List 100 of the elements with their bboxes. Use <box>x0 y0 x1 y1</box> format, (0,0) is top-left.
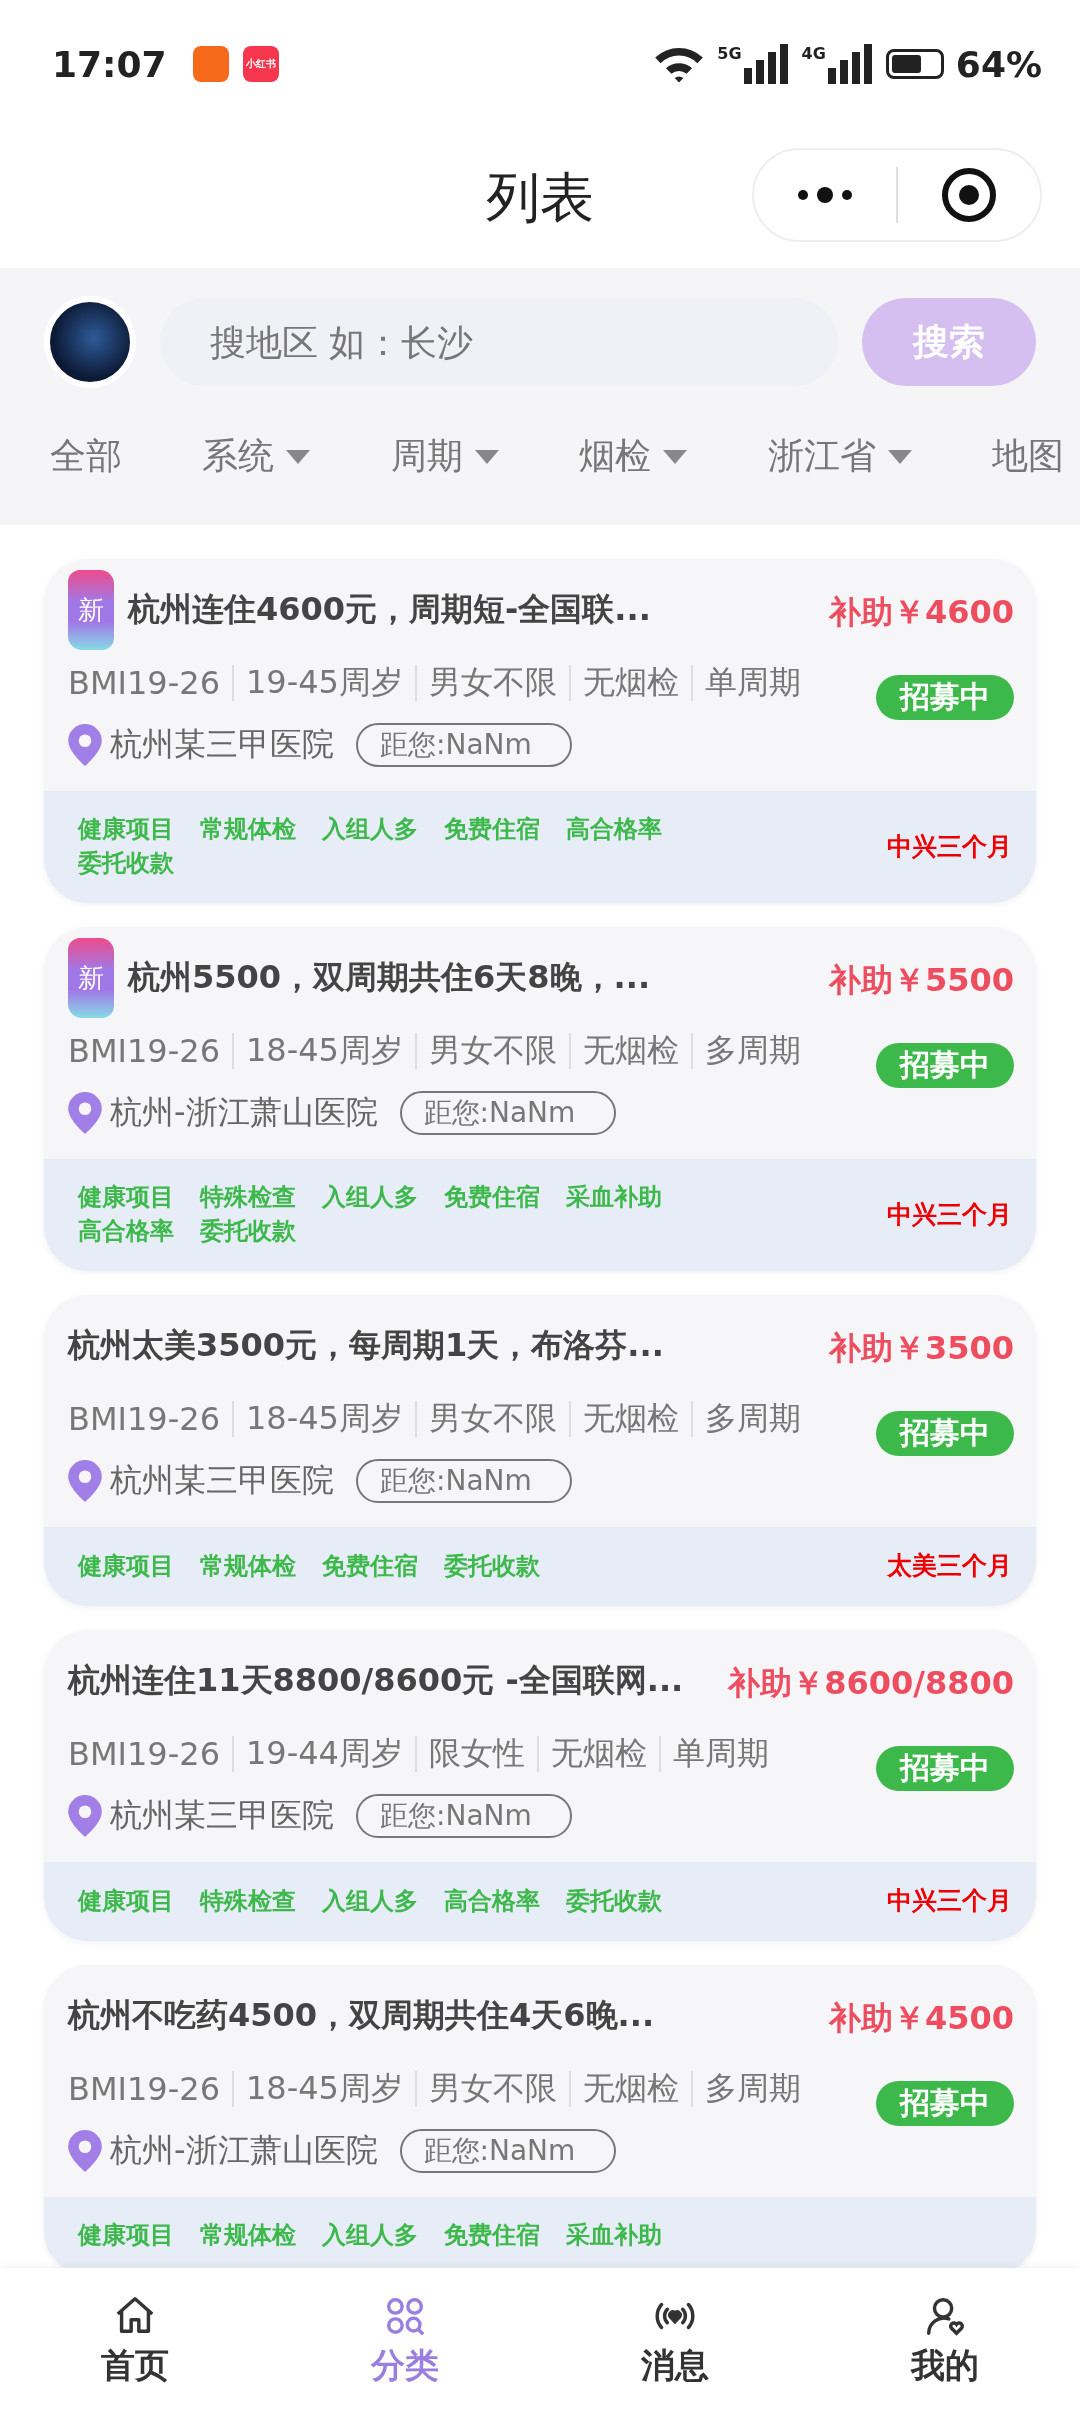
subsidy-amount: 补助￥4600 <box>828 592 1014 633</box>
location-pin-icon <box>68 1460 102 1502</box>
criteria-text: 男女不限 <box>428 1398 557 1439</box>
status-badge: 招募中 <box>876 675 1014 720</box>
hospital-name: 杭州某三甲医院 <box>110 724 334 765</box>
card-title: 杭州连住11天8800/8600元 -全国联网... <box>68 1660 684 1701</box>
location-pin-icon <box>68 1795 102 1837</box>
criteria-text: BMI19-26 <box>68 1735 220 1773</box>
filter-tab[interactable]: 烟检 <box>579 432 688 481</box>
feature-tag: 采血补助 <box>566 2219 662 2251</box>
status-time: 17:07 <box>52 43 167 85</box>
criteria-text: BMI19-26 <box>68 1032 220 1070</box>
feature-tag: 采血补助 <box>566 1181 662 1213</box>
distance-label: 距您:NaNm <box>399 1091 616 1135</box>
feature-tag: 常规体检 <box>200 813 296 845</box>
filter-tab[interactable]: 系统 <box>202 432 311 481</box>
trial-card[interactable]: 杭州太美3500元，每周期1天，布洛芬... BMI19-26 18-45周岁 男女不限 无烟检 多周期 杭州某三甲医院 距您:NaNm 补助￥3500 招募中 健康项目 常规体检 免费住宿 委托收款 太美三个月 <box>44 1295 1036 1606</box>
subsidy-amount: 补助￥4500 <box>828 1998 1014 2039</box>
feature-tag: 入组人多 <box>322 1181 418 1213</box>
hospital-name: 杭州-浙江萧山医院 <box>110 1092 378 1133</box>
distance-label: 距您:NaNm <box>356 1459 572 1503</box>
feature-tag: 特殊检查 <box>200 1181 296 1213</box>
criteria-text: 无烟检 <box>582 2068 679 2109</box>
hospital-name: 杭州某三甲医院 <box>110 1795 334 1836</box>
location-pin-icon <box>68 724 102 766</box>
status-badge: 招募中 <box>876 1043 1014 1088</box>
provider-label: 太美三个月 <box>887 1550 1012 1582</box>
feature-tag: 健康项目 <box>78 1181 174 1213</box>
criteria-text: 单周期 <box>672 1733 769 1774</box>
criteria-text: 男女不限 <box>428 662 557 703</box>
criteria-text: 无烟检 <box>582 1398 679 1439</box>
feature-tag: 委托收款 <box>200 1215 296 1247</box>
criteria-text: BMI19-26 <box>68 2070 220 2108</box>
distance-label: 距您:NaNm <box>356 1794 572 1838</box>
criteria-text: 多周期 <box>704 1030 801 1071</box>
new-badge: 新 <box>68 938 114 1018</box>
provider-label: 中兴三个月 <box>887 830 1012 863</box>
search-field[interactable]: 搜地区 如：长沙 <box>160 298 838 386</box>
filter-tab[interactable]: 周期 <box>390 432 499 481</box>
card-title: 杭州连住4600元，周期短-全国联... <box>128 589 651 630</box>
provider-label: 中兴三个月 <box>887 1198 1012 1231</box>
feature-tag: 免费住宿 <box>444 813 540 845</box>
app-icon: 小红书 <box>242 46 279 82</box>
subsidy-amount: 补助￥8600/8800 <box>728 1663 1014 1704</box>
feature-tag: 入组人多 <box>322 2219 418 2251</box>
criteria-text: 无烟检 <box>582 1030 679 1071</box>
provider-label: 中兴三个月 <box>887 1885 1012 1917</box>
criteria-text: 无烟检 <box>582 662 679 703</box>
tab-bar-item[interactable]: 首页 <box>0 2268 270 2414</box>
distance-label: 距您:NaNm <box>356 723 572 767</box>
hospital-name: 杭州某三甲医院 <box>110 1460 334 1501</box>
criteria-text: 男女不限 <box>428 1030 557 1071</box>
feature-tag: 入组人多 <box>322 1884 418 1917</box>
feature-tag: 委托收款 <box>566 1884 662 1917</box>
card-title: 杭州5500，双周期共住6天8晚，... <box>128 957 651 998</box>
feature-tag: 特殊检查 <box>200 1884 296 1917</box>
feature-tag: 高合格率 <box>444 1884 540 1917</box>
criteria-text: 单周期 <box>704 662 801 703</box>
hospital-name: 杭州-浙江萧山医院 <box>110 2130 378 2171</box>
battery-icon <box>885 49 944 79</box>
card-title: 杭州不吃药4500，双周期共住4天6晚... <box>68 1995 655 2036</box>
filter-tab[interactable]: 地图 <box>991 432 1064 481</box>
close-icon[interactable] <box>941 167 997 223</box>
new-badge: 新 <box>68 570 114 650</box>
criteria-text: 18-45周岁 <box>246 1398 403 1439</box>
tab-bar-item[interactable]: 消息 <box>540 2268 810 2414</box>
feature-tag: 健康项目 <box>78 1549 174 1582</box>
feature-tag: 入组人多 <box>322 813 418 845</box>
tab-bar-item[interactable]: 我的 <box>810 2268 1080 2414</box>
battery-percent: 64% <box>955 43 1042 85</box>
trial-card[interactable]: 新 杭州连住4600元，周期短-全国联... BMI19-26 19-45周岁 男女不限 无烟检 单周期 杭州某三甲医院 距您:NaNm 补助￥4600 招募中 健康项目 常规体检 入组人多 免费住宿 高合格率 委托收款 中兴三个月 <box>44 559 1036 903</box>
criteria-text: BMI19-26 <box>68 664 220 702</box>
distance-label: 距您:NaNm <box>399 2129 616 2173</box>
trial-card[interactable]: 杭州连住11天8800/8600元 -全国联网... BMI19-26 19-44周岁 限女性 无烟检 单周期 杭州某三甲医院 距您:NaNm 补助￥8600/8800 招募中 健康项目 特殊检查 入组人多 高合格率 委托收款 中兴三个月 <box>44 1630 1036 1941</box>
criteria-text: 限女性 <box>428 1733 525 1774</box>
page-title: 列表 <box>486 164 594 231</box>
feature-tag: 免费住宿 <box>444 1181 540 1213</box>
trial-card[interactable]: 杭州不吃药4500，双周期共住4天6晚... BMI19-26 18-45周岁 男女不限 无烟检 多周期 杭州-浙江萧山医院 距您:NaNm 补助￥4500 招募中 健康项目 常规体检 入组人多 免费住宿 采血补助 <box>44 1965 1036 2268</box>
trial-card[interactable]: 新 杭州5500，双周期共住6天8晚，... BMI19-26 18-45周岁 男女不限 无烟检 多周期 杭州-浙江萧山医院 距您:NaNm 补助￥5500 招募中 健康项目 特殊检查 入组人多 免费住宿 采血补助 高合格率 委托收款 中兴三个月 <box>44 927 1036 1271</box>
feature-tag: 常规体检 <box>200 2219 296 2251</box>
feature-tag: 健康项目 <box>78 813 174 845</box>
feature-tag: 高合格率 <box>78 1215 174 1247</box>
filter-tab[interactable]: 浙江省 <box>767 432 912 481</box>
feature-tag: 高合格率 <box>566 813 662 845</box>
feature-tag: 免费住宿 <box>322 1549 418 1582</box>
location-pin-icon <box>68 2130 102 2172</box>
criteria-text: 18-45周岁 <box>246 2068 403 2109</box>
feature-tag: 委托收款 <box>444 1549 540 1582</box>
criteria-text: 19-44周岁 <box>246 1733 403 1774</box>
location-pin-icon <box>68 1092 102 1134</box>
status-badge: 招募中 <box>876 1411 1014 1456</box>
filter-tab[interactable]: 全部 <box>50 432 122 481</box>
feature-tag: 免费住宿 <box>444 2219 540 2251</box>
criteria-text: BMI19-26 <box>68 1400 220 1438</box>
status-badge: 招募中 <box>876 2081 1014 2126</box>
card-title: 杭州太美3500元，每周期1天，布洛芬... <box>68 1325 664 1366</box>
status-badge: 招募中 <box>876 1746 1014 1791</box>
subsidy-amount: 补助￥5500 <box>828 960 1014 1001</box>
feature-tag: 健康项目 <box>78 1884 174 1917</box>
more-icon[interactable] <box>795 185 855 205</box>
